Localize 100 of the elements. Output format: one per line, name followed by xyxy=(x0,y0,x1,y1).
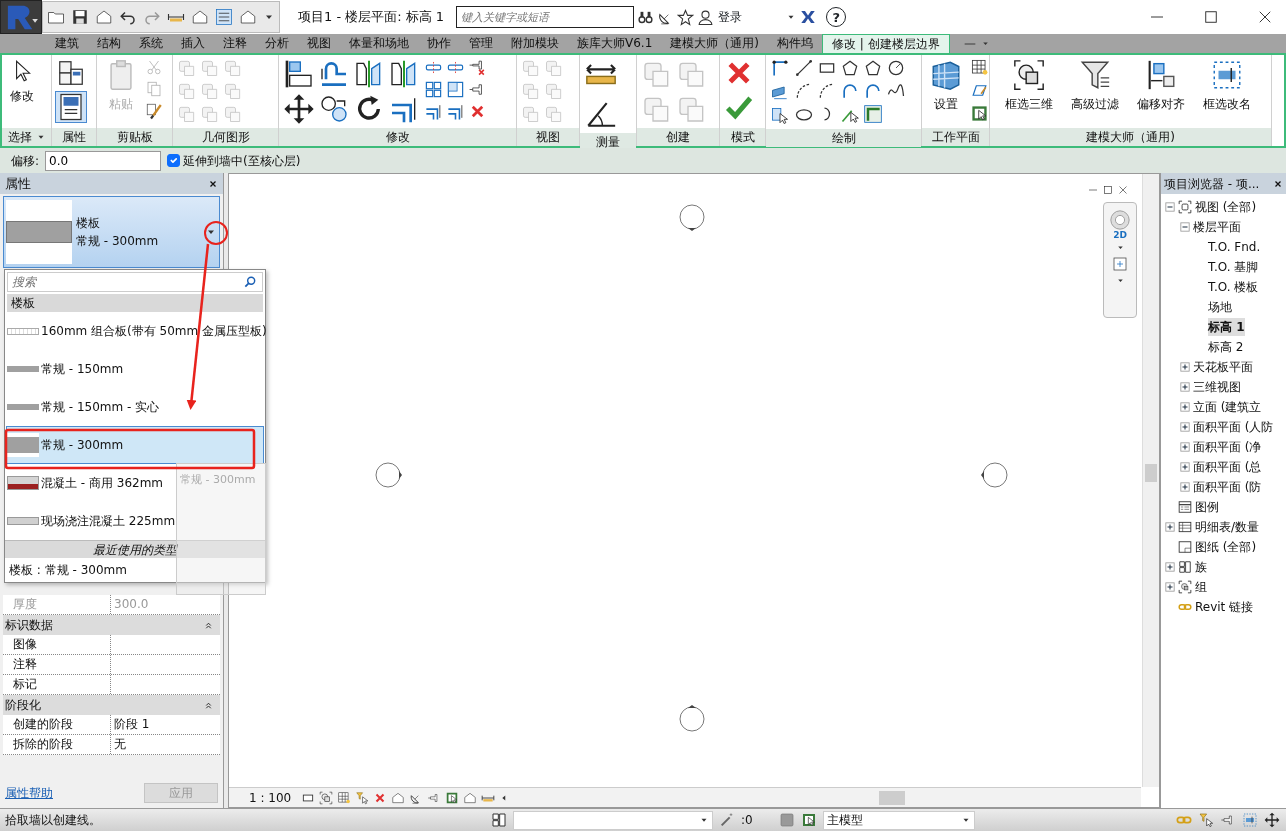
type-option[interactable]: 现场浇注混凝土 225mm xyxy=(6,502,179,540)
ribbon-tab[interactable]: 系统 xyxy=(130,34,172,53)
tree-item[interactable]: 图纸 (全部) xyxy=(1195,538,1257,556)
user-icon[interactable] xyxy=(697,8,715,26)
house-icon[interactable] xyxy=(463,790,478,805)
ribbon-tab[interactable]: 协作 xyxy=(418,34,460,53)
expand-icon[interactable] xyxy=(1165,582,1175,592)
properties-icon[interactable] xyxy=(56,92,86,122)
expand-icon[interactable] xyxy=(1180,482,1190,492)
maximize-icon[interactable] xyxy=(1102,184,1114,196)
login-button[interactable]: 登录 xyxy=(717,7,744,27)
expand-icon[interactable] xyxy=(1165,522,1175,532)
rename-icon[interactable] xyxy=(1242,812,1258,828)
wand-icon[interactable] xyxy=(719,812,735,828)
box-icon[interactable] xyxy=(778,812,795,828)
tree-item[interactable]: 组 xyxy=(1195,578,1207,596)
tree-item[interactable]: 面积平面 (人防 xyxy=(1193,418,1274,436)
type-option[interactable]: 常规 - 150mm xyxy=(6,350,127,388)
collapse-icon[interactable] xyxy=(1165,202,1175,212)
trim-icon[interactable] xyxy=(446,102,465,121)
collapse-icon[interactable] xyxy=(1180,222,1190,232)
arc-icon[interactable] xyxy=(863,81,883,101)
tool-button[interactable]: 设置 xyxy=(926,58,966,113)
filter-selection-icon[interactable] xyxy=(355,790,370,805)
tree-item[interactable]: 明细表/数量 xyxy=(1195,518,1260,536)
move-icon[interactable] xyxy=(1264,812,1280,828)
trim-icon[interactable] xyxy=(424,102,443,121)
ribbon-tab[interactable]: 分析 xyxy=(256,34,298,53)
tool-button[interactable]: 修改 xyxy=(6,58,38,105)
brush-icon[interactable] xyxy=(145,102,163,120)
app-menu-button[interactable] xyxy=(0,0,42,34)
polygon-icon[interactable] xyxy=(863,58,883,78)
workset-field[interactable] xyxy=(513,810,713,830)
type-selector[interactable]: 楼板 常规 - 300mm xyxy=(3,196,220,268)
ribbon-tab[interactable]: 修改 | 创建楼层边界 xyxy=(822,33,950,54)
show-grid-icon[interactable] xyxy=(337,790,352,805)
viewer-icon[interactable] xyxy=(800,812,817,828)
caret-icon[interactable] xyxy=(1115,243,1125,252)
line-icon[interactable] xyxy=(794,58,814,78)
expand-icon[interactable] xyxy=(1180,402,1190,412)
ribbon-tab[interactable]: 注释 xyxy=(214,34,256,53)
pick-icon[interactable] xyxy=(770,106,790,126)
tree-item[interactable]: 图例 xyxy=(1195,498,1219,516)
align-icon[interactable] xyxy=(283,58,315,90)
tree-item[interactable]: T.O. 基脚 xyxy=(1208,258,1259,276)
tree-item[interactable]: 天花板平面 xyxy=(1193,358,1253,376)
house-icon[interactable] xyxy=(391,790,406,805)
thin-lines-icon[interactable] xyxy=(215,8,233,26)
filter-selection-icon[interactable] xyxy=(1198,812,1214,828)
tree-item[interactable]: 三维视图 xyxy=(1193,378,1241,396)
pick-lines-icon[interactable] xyxy=(770,58,790,78)
tree-item[interactable]: T.O. 楼板 xyxy=(1208,278,1259,296)
close-icon[interactable] xyxy=(1273,178,1283,189)
tree-item[interactable]: 面积平面 (净 xyxy=(1193,438,1262,456)
house-icon[interactable] xyxy=(95,8,113,26)
ribbon-tab[interactable]: 族库大师V6.1 xyxy=(568,34,662,53)
tool-button[interactable]: 框选三维 xyxy=(1002,58,1056,113)
save-icon[interactable] xyxy=(71,8,89,26)
property-value[interactable]: 无 xyxy=(114,737,126,751)
maximize-icon[interactable] xyxy=(1202,8,1220,26)
circle-icon[interactable] xyxy=(886,58,906,78)
tree-item[interactable]: 面积平面 (防 xyxy=(1193,478,1262,496)
ribbon-tab[interactable]: 附加模块 xyxy=(502,34,568,53)
tree-item[interactable]: 标高 2 xyxy=(1208,338,1244,356)
tool-button[interactable]: 偏移对齐 xyxy=(1134,58,1188,113)
ribbon-tab[interactable]: 管理 xyxy=(460,34,502,53)
type-option[interactable]: 常规 - 150mm - 实心 xyxy=(6,388,163,426)
house-icon[interactable] xyxy=(191,8,209,26)
vertical-scrollbar[interactable] xyxy=(1142,174,1159,787)
tree-item[interactable]: 族 xyxy=(1195,558,1207,576)
ribbon-tab[interactable]: 构件坞 xyxy=(768,34,822,53)
house-icon[interactable] xyxy=(239,8,257,26)
tree-item[interactable]: 场地 xyxy=(1208,298,1232,316)
arc-icon[interactable] xyxy=(840,81,860,101)
selection-3d-icon[interactable] xyxy=(1012,58,1046,92)
scale-icon[interactable] xyxy=(446,80,465,99)
type-option[interactable]: 混凝土 - 商用 362mm xyxy=(6,464,167,502)
tool-icon[interactable] xyxy=(1111,255,1129,273)
scale-label[interactable]: 1 : 100 xyxy=(249,788,292,807)
unpin-icon[interactable] xyxy=(468,58,487,77)
tree-item[interactable]: 视图 (全部) xyxy=(1195,198,1257,216)
search-icon[interactable] xyxy=(243,275,257,289)
array-icon[interactable] xyxy=(424,80,443,99)
elevation-marker[interactable] xyxy=(677,202,707,232)
viewer-icon[interactable] xyxy=(445,790,460,805)
tree-item[interactable]: 楼层平面 xyxy=(1193,218,1241,236)
viewer-icon[interactable] xyxy=(970,104,989,123)
property-value[interactable]: 阶段 1 xyxy=(114,717,150,731)
elevation-marker[interactable] xyxy=(677,704,707,734)
tree-item[interactable]: Revit 链接 xyxy=(1195,598,1254,616)
expand-icon[interactable] xyxy=(1165,562,1175,572)
expand-icon[interactable] xyxy=(1180,442,1190,452)
boundary-line-icon[interactable] xyxy=(863,104,883,124)
family-icon[interactable] xyxy=(491,812,507,828)
caret-icon[interactable] xyxy=(1115,276,1125,285)
tree-item[interactable]: T.O. Fnd. xyxy=(1208,238,1261,256)
checkbox-label[interactable]: 延伸到墙中(至核心层) xyxy=(183,151,301,170)
search-field[interactable]: 键入关键字或短语 xyxy=(456,6,635,28)
help-link[interactable]: 属性帮助 xyxy=(5,784,53,802)
tool-button[interactable]: 框选改名 xyxy=(1200,58,1254,113)
